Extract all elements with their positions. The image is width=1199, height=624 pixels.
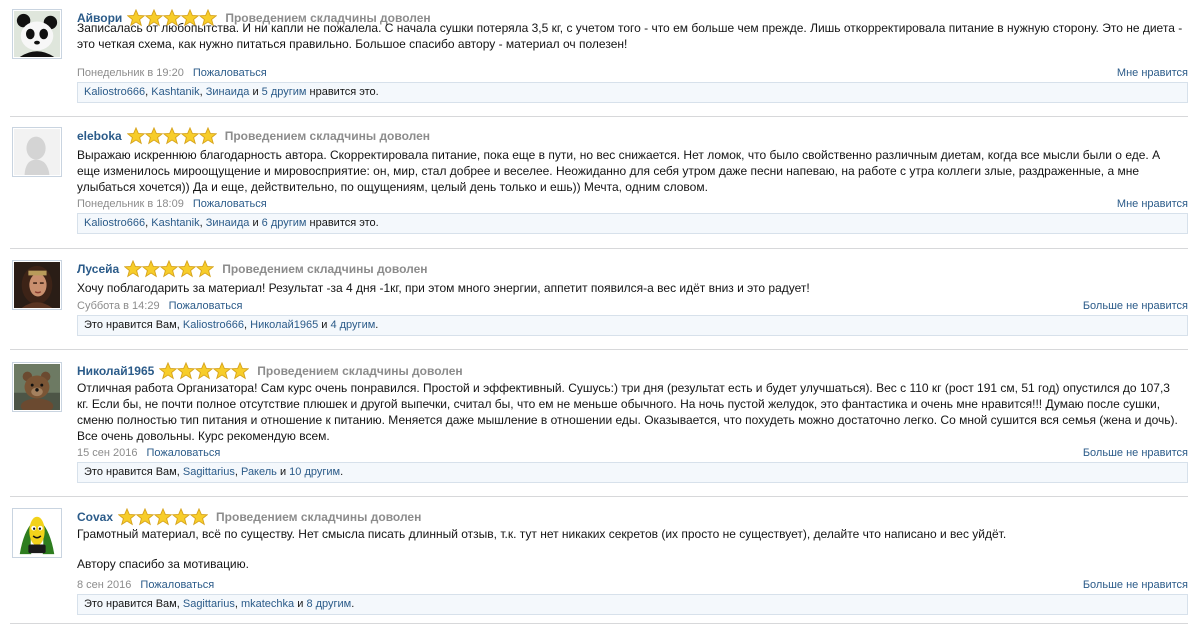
review-item: Айвори Проведением складчины доволен Запис… <box>10 8 1188 117</box>
star-icon <box>141 259 161 278</box>
report-link[interactable]: Пожаловаться <box>147 447 221 459</box>
review-paragraph: Записалась от любопытства. И ни капли не… <box>77 21 1183 51</box>
liker-link[interactable]: Kashtanik <box>151 217 199 229</box>
author-name[interactable]: Николай1965 <box>77 364 154 378</box>
likes-bar: Kaliostro666, Kashtanik, Зинаида и 6 дру… <box>77 213 1188 234</box>
review-paragraph: Отличная работа Организатора! Сам курс о… <box>77 381 1178 443</box>
review-title: Проведением складчины доволен <box>257 364 463 378</box>
like-toggle-link[interactable]: Больше не нравится <box>1083 300 1188 312</box>
liker-link[interactable]: Kaliostro666 <box>183 319 244 331</box>
review-date: 8 сен 2016 <box>77 579 132 591</box>
review-header: Николай1965 Проведением складчины доволен <box>77 361 463 380</box>
review-text: Отличная работа Организатора! Сам курс о… <box>77 380 1184 444</box>
star-icon <box>212 361 232 380</box>
others-link[interactable]: 4 другим <box>330 319 375 331</box>
others-link[interactable]: 8 другим <box>306 598 351 610</box>
review-date: Суббота в 14:29 <box>77 300 160 312</box>
review-item: Covax Проведением складчины доволен Грамот… <box>10 507 1188 624</box>
user-avatar[interactable] <box>12 508 62 558</box>
review-meta: Понедельник в 19:20 Пожаловаться Мне нрави… <box>77 67 1188 81</box>
report-link[interactable]: Пожаловаться <box>193 198 267 210</box>
report-link[interactable]: Пожаловаться <box>193 67 267 79</box>
star-icon <box>123 259 143 278</box>
review-item: eleboka Проведением складчины доволен Выра… <box>10 126 1188 249</box>
star-icon <box>158 361 178 380</box>
star-icon <box>195 259 215 278</box>
review-title: Проведением складчины доволен <box>224 129 431 143</box>
review-meta: Суббота в 14:29 Пожаловаться Больше не нра… <box>77 300 1188 314</box>
author-name[interactable]: Covax <box>77 510 113 524</box>
liker-link[interactable]: Kaliostro666 <box>84 217 145 229</box>
rating-stars <box>123 259 215 278</box>
likes-bar: Это нравится Вам, Sagittarius, mkatechka… <box>77 594 1188 615</box>
star-icon <box>144 126 164 145</box>
others-link[interactable]: 10 другим <box>289 466 340 478</box>
review-text: Хочу поблагодарить за материал! Результа… <box>77 280 1184 296</box>
others-link[interactable]: 6 другим <box>262 217 307 229</box>
report-link[interactable]: Пожаловаться <box>169 300 243 312</box>
like-toggle-link[interactable]: Мне нравится <box>1117 67 1188 79</box>
likes-bar: Это нравится Вам, Sagittarius, Ракель и … <box>77 462 1188 483</box>
review-meta: 15 сен 2016 Пожаловаться Больше не нравитс… <box>77 447 1188 461</box>
star-icon <box>171 507 191 526</box>
liker-link[interactable]: Kaliostro666 <box>84 86 145 98</box>
star-icon <box>153 507 173 526</box>
liker-link[interactable]: Sagittarius <box>183 598 235 610</box>
review-date: Понедельник в 19:20 <box>77 67 184 79</box>
likes-bar: Kaliostro666, Kashtanik, Зинаида и 5 дру… <box>77 82 1188 103</box>
user-avatar[interactable] <box>12 127 62 177</box>
rating-stars <box>117 507 209 526</box>
star-icon <box>194 361 214 380</box>
user-avatar[interactable] <box>12 362 62 414</box>
liker-link[interactable]: Николай1965 <box>250 319 318 331</box>
star-icon <box>198 126 218 145</box>
liker-link[interactable]: Ракель <box>241 466 277 478</box>
review-text: Грамотный материал, всё по существу. Нет… <box>77 526 1184 572</box>
liker-link[interactable]: Sagittarius <box>183 466 235 478</box>
liker-link[interactable]: Зинаида <box>206 217 250 229</box>
like-toggle-link[interactable]: Мне нравится <box>1117 198 1188 210</box>
star-icon <box>176 361 196 380</box>
author-name[interactable]: Лусейа <box>77 262 119 276</box>
author-name[interactable]: eleboka <box>77 129 122 143</box>
likes-bar: Это нравится Вам, Kaliostro666, Николай1… <box>77 315 1188 336</box>
like-toggle-link[interactable]: Больше не нравится <box>1083 579 1188 591</box>
review-date: 15 сен 2016 <box>77 447 138 459</box>
user-avatar[interactable] <box>12 260 62 310</box>
star-icon <box>162 126 182 145</box>
review-paragraph: Грамотный материал, всё по существу. Нет… <box>77 527 1007 541</box>
review-text: Выражаю искреннюю благодарность автора. … <box>77 147 1184 195</box>
rating-stars <box>158 361 250 380</box>
user-avatar[interactable] <box>12 9 62 59</box>
rating-stars <box>126 126 218 145</box>
star-icon <box>126 126 146 145</box>
liker-link[interactable]: Зинаида <box>206 86 250 98</box>
review-header: eleboka Проведением складчины доволен <box>77 126 431 145</box>
star-icon <box>180 126 200 145</box>
star-icon <box>117 507 137 526</box>
star-icon <box>135 507 155 526</box>
liker-link[interactable]: Kashtanik <box>151 86 199 98</box>
review-paragraph: Выражаю искреннюю благодарность автора. … <box>77 148 1161 194</box>
review-title: Проведением складчины доволен <box>222 262 428 276</box>
review-item: Лусейа Проведением складчины доволен Хочу … <box>10 259 1188 350</box>
review-paragraph: Автору спасибо за мотивацию. <box>77 557 249 571</box>
review-header: Covax Проведением складчины доволен <box>77 507 422 526</box>
liker-link[interactable]: mkatechka <box>241 598 294 610</box>
review-title: Проведением складчины доволен <box>216 510 422 524</box>
review-meta: Понедельник в 18:09 Пожаловаться Мне нрави… <box>77 198 1188 212</box>
star-icon <box>159 259 179 278</box>
star-icon <box>189 507 209 526</box>
report-link[interactable]: Пожаловаться <box>140 579 214 591</box>
review-meta: 8 сен 2016 Пожаловаться Больше не нравится <box>77 579 1188 593</box>
star-icon <box>177 259 197 278</box>
review-date: Понедельник в 18:09 <box>77 198 184 210</box>
review-text: Записалась от любопытства. И ни капли не… <box>77 20 1184 52</box>
others-link[interactable]: 5 другим <box>262 86 307 98</box>
like-toggle-link[interactable]: Больше не нравится <box>1083 447 1188 459</box>
review-item: Николай1965 Проведением складчины доволен… <box>10 361 1188 497</box>
star-icon <box>230 361 250 380</box>
review-paragraph: Хочу поблагодарить за материал! Результа… <box>77 281 810 295</box>
review-header: Лусейа Проведением складчины доволен <box>77 259 428 278</box>
